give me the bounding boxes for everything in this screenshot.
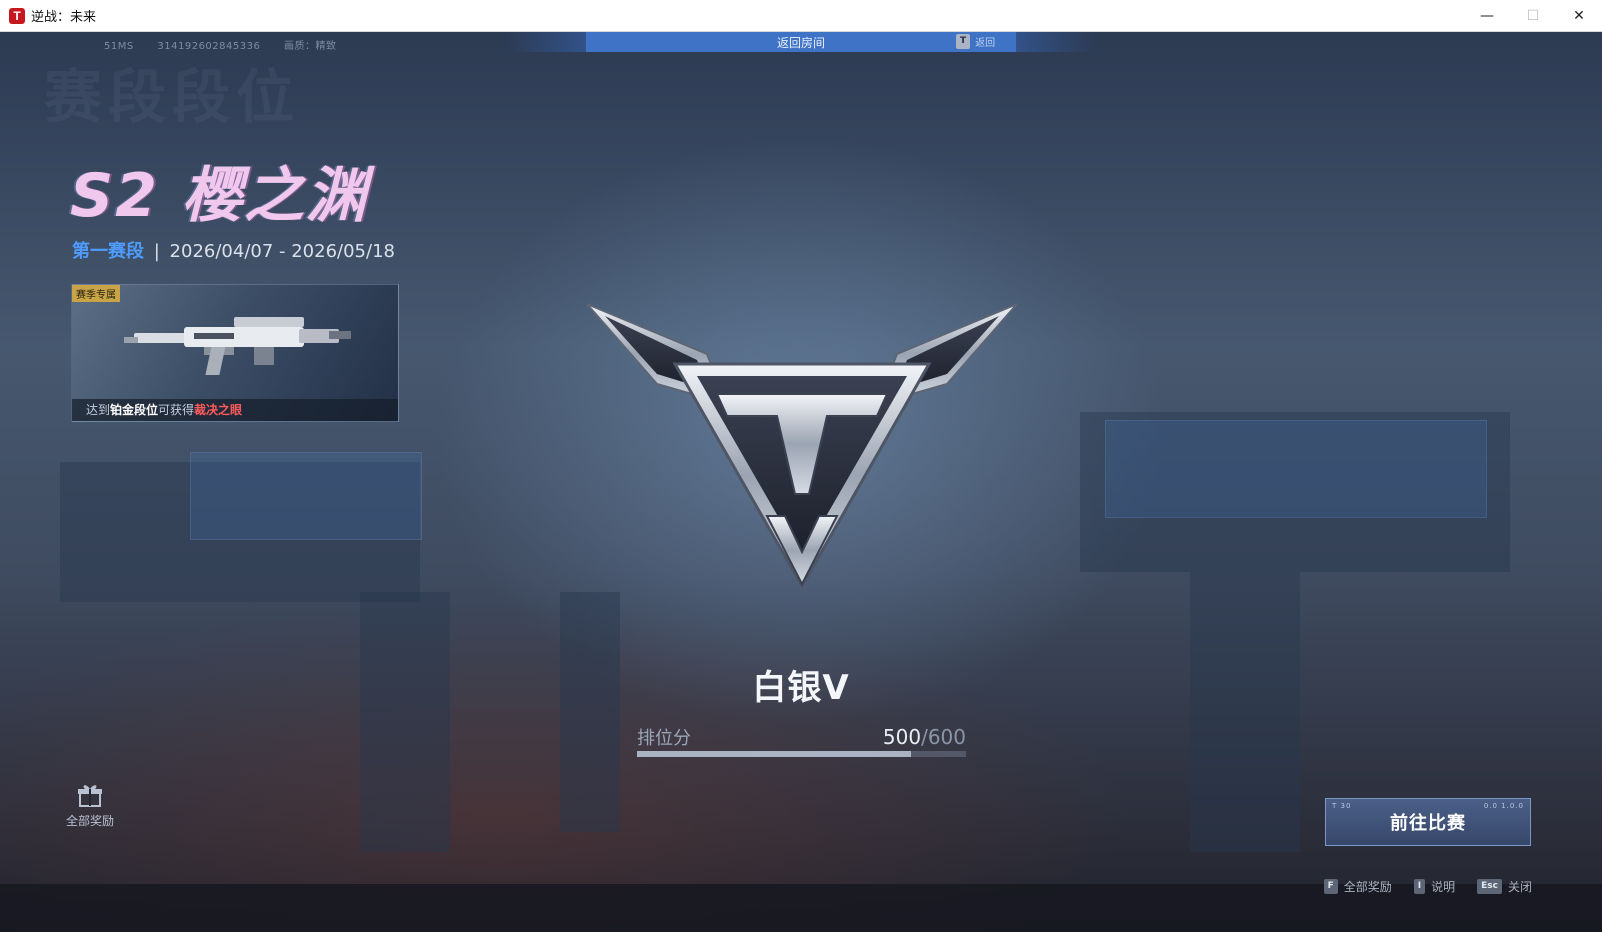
score-label: 排位分 <box>637 728 691 749</box>
background-tower <box>560 592 620 832</box>
hint-label: 关闭 <box>1507 880 1532 894</box>
background-tower <box>360 592 450 852</box>
button-corner-code-right: 0.0 1.0.0 <box>1483 802 1524 810</box>
hint-description[interactable]: I 说明 <box>1413 878 1456 895</box>
hint-label: 说明 <box>1431 880 1456 894</box>
season-reward-card[interactable]: 赛季专属 达到铂金段位可获得裁决之眼 <box>71 284 399 422</box>
keyboard-hints: F 全部奖励 I 说明 Esc 关闭 <box>1323 878 1532 895</box>
all-rewards-button[interactable]: 全部奖励 <box>60 782 120 829</box>
score-value: 500/600 <box>883 725 966 749</box>
return-room-button[interactable]: 返回房间 T 返回 <box>586 32 1016 52</box>
window-titlebar: T 逆战：未来 — ☐ ✕ <box>0 0 1602 32</box>
caption-pre: 达到 <box>86 403 111 417</box>
key-f-icon: F <box>1323 879 1338 894</box>
hint-all-rewards[interactable]: F 全部奖励 <box>1323 878 1392 895</box>
season-stage: 第一赛段 <box>72 241 144 262</box>
rifle-icon <box>124 317 351 375</box>
background-screen <box>1105 420 1487 518</box>
return-key-hint[interactable]: T 返回 <box>956 34 995 49</box>
season-dates: 2026/04/07 - 2026/05/18 <box>169 241 395 262</box>
return-room-label: 返回房间 <box>776 35 825 50</box>
caption-item: 裁决之眼 <box>194 403 243 417</box>
maximize-button[interactable]: ☐ <box>1510 0 1556 31</box>
all-rewards-label: 全部奖励 <box>65 814 114 828</box>
key-t-icon: T <box>956 34 971 49</box>
key-esc-icon: Esc <box>1477 879 1502 894</box>
close-window-button[interactable]: ✕ <box>1556 0 1602 31</box>
rank-name: 白银V <box>752 668 850 708</box>
minimize-button[interactable]: — <box>1464 0 1510 31</box>
background-tower <box>1190 572 1300 852</box>
gift-icon <box>78 785 102 807</box>
go-to-match-label: 前往比赛 <box>1390 813 1466 834</box>
key-i-icon: I <box>1413 879 1426 894</box>
separator: | <box>153 241 160 262</box>
app-logo-icon: T <box>9 7 25 24</box>
rank-score-row: 排位分 500/600 <box>637 724 966 750</box>
hint-label: 全部奖励 <box>1343 880 1392 894</box>
game-viewport: 51MS 314192602845336 画质：精致 返回房间 T 返回 赛段段… <box>0 32 1602 932</box>
background-screen <box>190 452 422 540</box>
score-current: 500 <box>882 725 922 749</box>
silver-rank-emblem-icon <box>587 303 1017 590</box>
season-subtitle: 第一赛段 | 2026/04/07 - 2026/05/18 <box>72 237 395 263</box>
window-controls: — ☐ ✕ <box>1464 0 1602 31</box>
score-progress-bar <box>637 751 966 757</box>
caption-mid: 可获得 <box>158 403 195 417</box>
score-max: /600 <box>921 725 966 749</box>
caption-rank: 铂金段位 <box>110 403 159 417</box>
hint-close[interactable]: Esc 关闭 <box>1477 878 1532 895</box>
go-to-match-button[interactable]: T 30 前往比赛 0.0 1.0.0 <box>1325 798 1531 846</box>
window-title: 逆战：未来 <box>31 9 97 24</box>
button-corner-code-left: T 30 <box>1332 802 1352 810</box>
season-title: S2 樱之渊 <box>70 161 368 231</box>
season-exclusive-tag: 赛季专属 <box>72 285 120 302</box>
reward-caption: 达到铂金段位可获得裁决之眼 <box>72 399 398 421</box>
background-heading: 赛段段位 <box>44 63 301 131</box>
score-progress-fill <box>637 751 912 757</box>
return-key-label: 返回 <box>975 38 996 49</box>
